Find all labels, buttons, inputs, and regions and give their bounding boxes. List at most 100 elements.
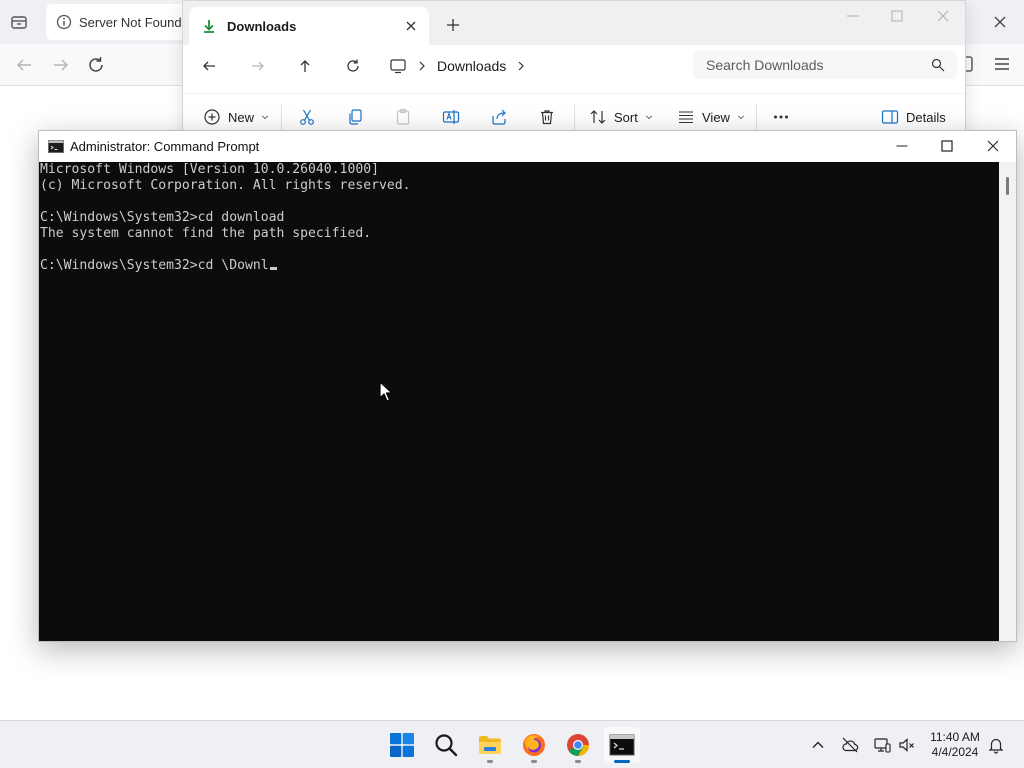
mouse-pointer-icon — [379, 381, 393, 402]
cut-button[interactable] — [298, 106, 316, 128]
close-icon[interactable] — [990, 12, 1010, 32]
taskbar-command-prompt[interactable] — [604, 727, 640, 763]
running-indicator — [487, 760, 493, 763]
console-input: C:\Windows\System32>cd \Downl — [40, 258, 269, 273]
view-icon — [679, 111, 693, 124]
up-icon[interactable] — [296, 57, 314, 75]
clock-time: 11:40 AM — [930, 730, 980, 744]
share-button[interactable] — [490, 106, 508, 128]
taskbar-firefox[interactable] — [516, 727, 552, 763]
share-icon — [492, 109, 506, 125]
clock-date: 4/4/2024 — [931, 745, 979, 759]
browser-tab[interactable]: Server Not Found — [46, 4, 186, 40]
console-line: C:\Windows\System32>cd download — [40, 210, 285, 225]
rename-icon — [442, 110, 460, 124]
file-explorer-window: Downloads Downloads Search Downloads New… — [182, 0, 966, 140]
onedrive-offline-icon[interactable] — [841, 736, 859, 754]
search-icon — [435, 734, 458, 757]
reload-icon[interactable] — [85, 54, 107, 76]
forward-icon[interactable] — [50, 54, 72, 76]
details-button[interactable]: Details — [881, 106, 946, 128]
paste-button[interactable] — [394, 106, 412, 128]
chevron-down-icon — [261, 115, 269, 120]
sort-button-label: Sort — [614, 109, 638, 125]
command-prompt-window: Administrator: Command Prompt Microsoft … — [38, 130, 1017, 642]
chevron-down-icon — [645, 115, 652, 120]
download-icon — [201, 18, 217, 34]
back-icon[interactable] — [200, 57, 218, 75]
console-line: Microsoft Windows [Version 10.0.26040.10… — [40, 162, 379, 177]
command-separator — [574, 104, 575, 130]
copy-icon — [349, 109, 362, 125]
console-prompt-line[interactable]: C:\Windows\System32>cd \Downl — [40, 258, 277, 274]
trash-icon — [541, 110, 553, 125]
active-indicator — [614, 760, 630, 763]
copy-button[interactable] — [346, 106, 364, 128]
console-line: The system cannot find the path specifie… — [40, 226, 372, 241]
cmd-scrollbar[interactable] — [999, 162, 1016, 641]
sort-icon — [590, 110, 606, 124]
console-line: (c) Microsoft Corporation. All rights re… — [40, 178, 411, 193]
this-pc-icon[interactable] — [389, 57, 407, 75]
text-cursor — [269, 267, 277, 270]
new-tab-icon[interactable] — [445, 17, 461, 33]
chevron-up-icon[interactable] — [809, 736, 827, 754]
maximize-icon[interactable] — [938, 137, 956, 155]
windows-logo-icon — [390, 733, 414, 757]
more-options-button[interactable] — [772, 106, 790, 128]
running-indicator — [575, 760, 581, 763]
chevron-down-icon — [737, 115, 745, 120]
scrollbar-thumb[interactable] — [1006, 177, 1009, 195]
chevron-right-icon[interactable] — [516, 59, 526, 73]
chevron-right-icon[interactable] — [417, 59, 427, 73]
maximize-icon[interactable] — [885, 7, 909, 25]
close-icon[interactable] — [984, 137, 1002, 155]
new-button[interactable]: New — [203, 106, 269, 128]
close-tab-icon[interactable] — [403, 18, 419, 34]
details-pane-icon — [881, 110, 899, 124]
more-icon — [774, 115, 788, 119]
command-separator — [281, 104, 282, 130]
delete-button[interactable] — [538, 106, 556, 128]
taskbar-file-explorer[interactable] — [472, 727, 508, 763]
view-button[interactable]: View — [677, 106, 745, 128]
explorer-tab[interactable]: Downloads — [189, 7, 429, 45]
breadcrumb: Downloads — [389, 53, 526, 79]
taskbar-chrome[interactable] — [560, 727, 596, 763]
explorer-tab-title: Downloads — [227, 18, 297, 34]
start-button[interactable] — [384, 727, 420, 763]
volume-muted-icon[interactable] — [898, 736, 916, 754]
tab-list-icon[interactable] — [10, 13, 28, 31]
menu-icon[interactable] — [992, 54, 1012, 74]
breadcrumb-item-downloads[interactable]: Downloads — [437, 58, 506, 74]
taskbar-search-button[interactable] — [428, 727, 464, 763]
paste-icon — [396, 108, 410, 125]
add-icon — [204, 109, 220, 125]
firefox-icon — [523, 734, 545, 756]
sort-button[interactable]: Sort — [589, 106, 653, 128]
scissors-icon — [300, 109, 314, 125]
search-input[interactable]: Search Downloads — [693, 51, 957, 79]
folder-icon — [479, 736, 501, 754]
notification-bell-icon[interactable] — [987, 736, 1005, 754]
cmd-window-title: Administrator: Command Prompt — [70, 139, 260, 154]
command-prompt-icon — [48, 140, 64, 153]
minimize-icon[interactable] — [893, 137, 911, 155]
command-separator — [756, 104, 757, 130]
console-output[interactable]: Microsoft Windows [Version 10.0.26040.10… — [39, 162, 999, 641]
rename-button[interactable] — [442, 106, 460, 128]
explorer-titlebar: Downloads — [183, 1, 965, 45]
close-window-icon[interactable] — [931, 7, 955, 25]
details-button-label: Details — [906, 109, 946, 125]
cmd-titlebar[interactable]: Administrator: Command Prompt — [39, 131, 1016, 162]
search-icon — [931, 58, 945, 72]
running-indicator — [531, 760, 537, 763]
back-icon[interactable] — [13, 54, 35, 76]
network-icon[interactable] — [873, 736, 891, 754]
chrome-icon — [567, 734, 589, 756]
minimize-icon[interactable] — [841, 7, 865, 25]
taskbar-clock[interactable]: 11:40 AM 4/4/2024 — [922, 730, 988, 760]
forward-icon[interactable] — [249, 57, 267, 75]
taskbar: 11:40 AM 4/4/2024 — [0, 720, 1024, 768]
refresh-icon[interactable] — [344, 57, 362, 75]
